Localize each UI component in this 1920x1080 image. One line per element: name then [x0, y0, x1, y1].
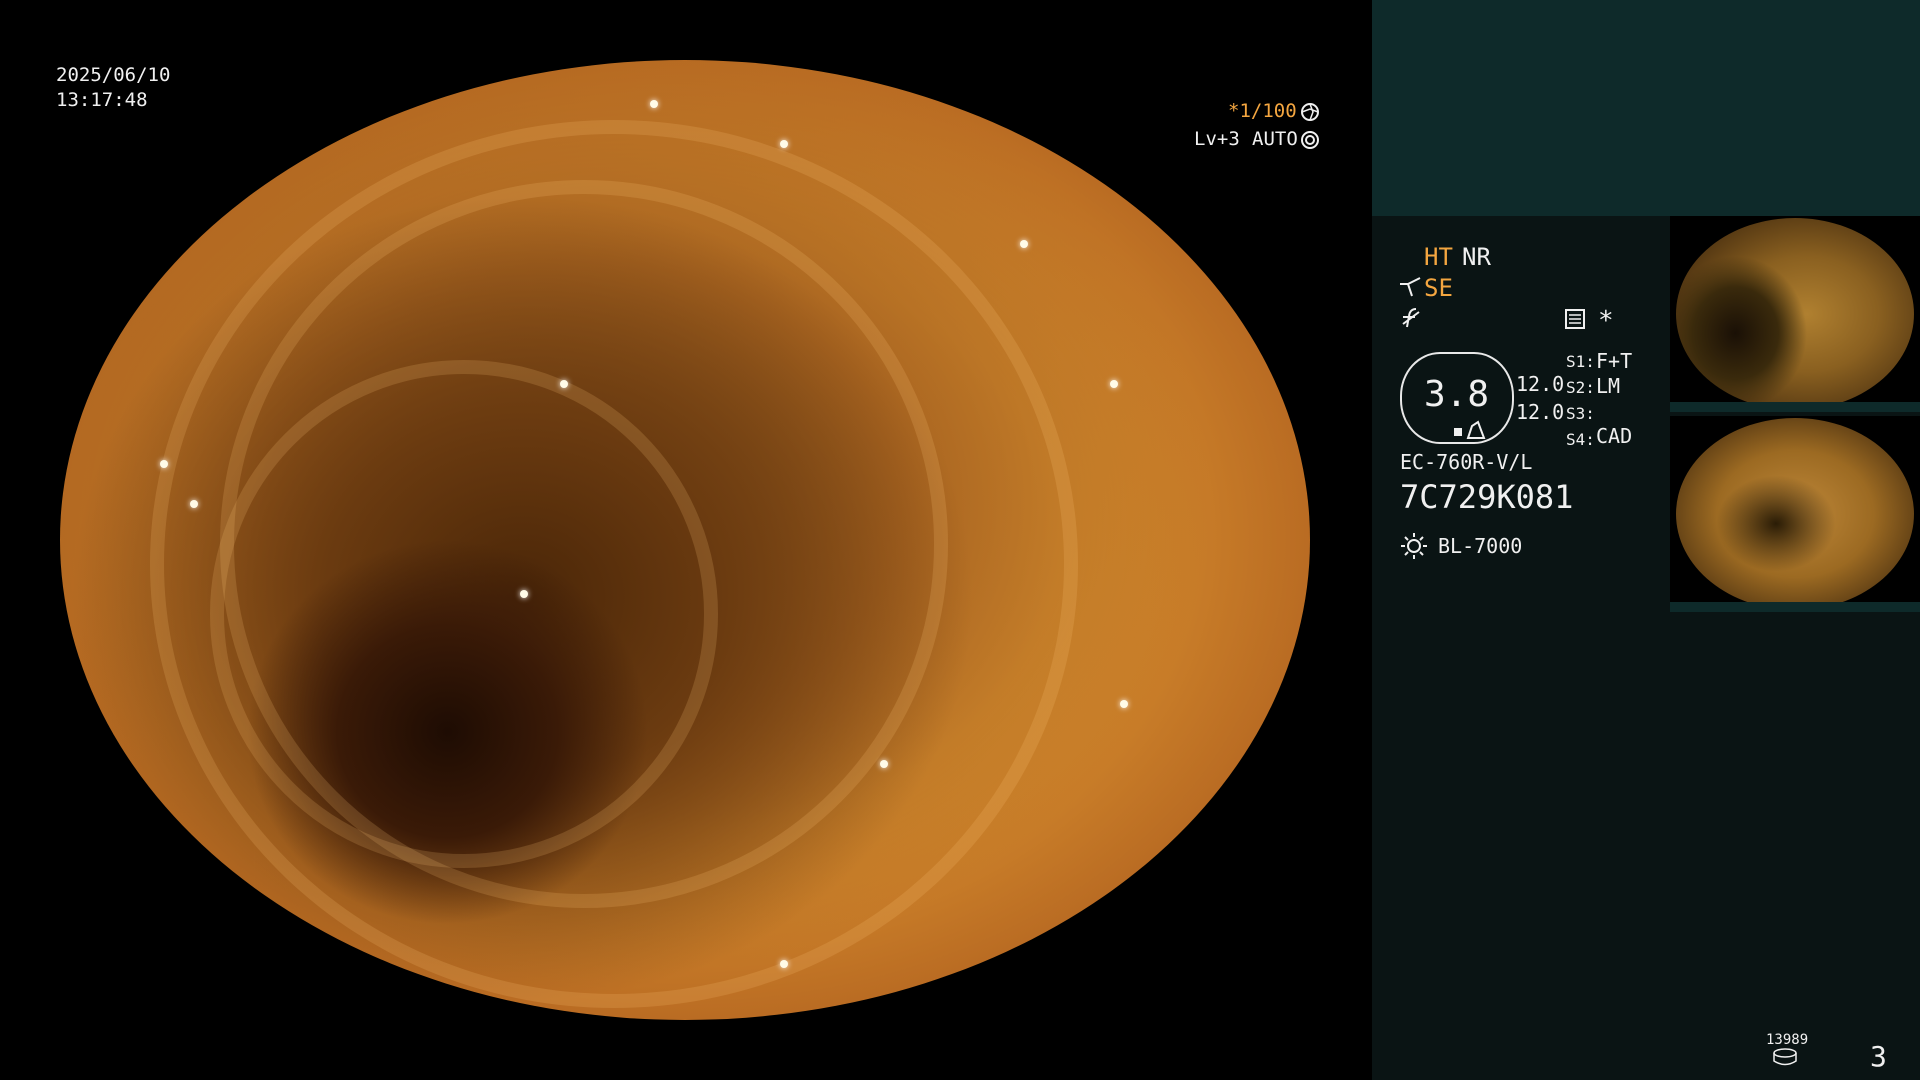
s4-label: S4:	[1566, 430, 1595, 449]
s1-label: S1:	[1566, 352, 1595, 371]
shutter-speed: *1/100	[1228, 100, 1297, 122]
captured-thumbnail-1[interactable]	[1670, 216, 1920, 412]
f-mode-icon	[1402, 308, 1420, 328]
enhance-icon	[1400, 277, 1421, 297]
thumbnail-bar	[1670, 402, 1920, 412]
scope-model: EC-760R-V/L	[1400, 450, 1533, 474]
specular-highlight	[160, 460, 168, 468]
iris-mode: AUTO	[1252, 128, 1298, 150]
specular-highlight	[780, 960, 788, 968]
s2-value: LM	[1596, 374, 1621, 398]
gauge-value: 3.8	[1424, 374, 1490, 415]
se-indicator: SE	[1424, 274, 1453, 302]
s2-label: S2:	[1566, 378, 1595, 397]
specular-highlight	[780, 140, 788, 148]
ht-indicator: HT	[1424, 243, 1453, 271]
settings-sheet-icon	[1565, 309, 1585, 329]
specular-highlight	[1120, 700, 1128, 708]
value-2: 12.0	[1516, 400, 1565, 424]
asterisk-marker: *	[1598, 306, 1614, 336]
specular-highlight	[1110, 380, 1118, 388]
light-source-icon	[1401, 533, 1427, 559]
date-label: 2025/06/10	[56, 64, 171, 86]
iris-icon	[1301, 103, 1319, 121]
gauge-badge: 3.8	[1400, 352, 1514, 444]
thumbnail-image	[1676, 218, 1914, 410]
auto-iris-icon	[1301, 131, 1319, 149]
specular-highlight	[880, 760, 888, 768]
thumbnail-bar	[1670, 602, 1920, 612]
thumbnail-image	[1676, 418, 1914, 610]
mucosal-fold	[210, 360, 718, 868]
captured-thumbnail-2[interactable]	[1670, 416, 1920, 612]
bending-icon	[1454, 420, 1486, 439]
specular-highlight	[520, 590, 528, 598]
value-1: 12.0	[1516, 372, 1565, 396]
s4-value: CAD	[1596, 424, 1633, 448]
s3-label: S3:	[1566, 404, 1595, 423]
endoscope-image	[60, 60, 1310, 1020]
storage-icon	[1773, 1048, 1797, 1066]
specular-highlight	[1020, 240, 1028, 248]
light-source: BL-7000	[1438, 534, 1523, 558]
time-label: 13:17:48	[56, 89, 148, 111]
s1-value: F+T	[1596, 349, 1633, 373]
status-panel: HT NR SE * 3.8 12.0 12.0 S1: F+T S2: LM …	[1372, 0, 1920, 1080]
specular-highlight	[650, 100, 658, 108]
capture-counter: 13989	[1766, 1032, 1809, 1048]
endoscope-view: 2025/06/10 13:17:48 *1/100 Lv+3 AUTO	[0, 0, 1372, 1080]
brightness-level: Lv+3	[1194, 128, 1240, 150]
panel-header-area	[1372, 0, 1920, 216]
specular-highlight	[300, 940, 308, 948]
specular-highlight	[190, 500, 198, 508]
nr-indicator: NR	[1462, 243, 1491, 271]
scope-serial: 7C729K081	[1400, 478, 1574, 516]
page-number: 3	[1870, 1040, 1887, 1073]
specular-highlight	[560, 380, 568, 388]
